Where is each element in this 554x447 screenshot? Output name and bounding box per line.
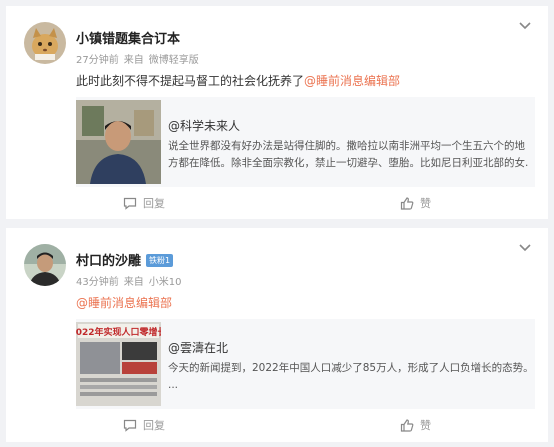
repost-text: 说全世界都没有好办法是站得住脚的。撒哈拉以南非洲平均一个生五六个的地 方都在降低… bbox=[168, 138, 529, 172]
username-text[interactable]: 村口的沙雕 bbox=[76, 254, 141, 269]
post-source[interactable]: 小米10 bbox=[149, 277, 182, 288]
source-prefix: 来自 bbox=[123, 55, 144, 66]
chevron-down-icon[interactable] bbox=[518, 243, 532, 253]
mention-link[interactable]: @睡前消息编辑部 bbox=[76, 296, 172, 310]
reply-label: 回复 bbox=[143, 197, 165, 210]
post-text: 此时此刻不得不提起马督工的社会化抚养了@睡前消息编辑部 bbox=[76, 72, 400, 89]
user-avatar[interactable] bbox=[24, 244, 66, 286]
repost-username[interactable]: @科学未来人 bbox=[168, 117, 240, 134]
repost-line: ... bbox=[168, 379, 179, 391]
comment-icon bbox=[123, 197, 137, 210]
username: 村口的沙雕 铁粉1 bbox=[76, 250, 174, 269]
repost-line: 今天的新闻提到，2022年中国人口减少了85万人，形成了人口负增长的态势。 bbox=[168, 362, 529, 374]
repost-line: 方都在降低。除非全面宗教化，禁止一切避孕、堕胎。比如尼日利亚北部的女... bbox=[168, 157, 529, 169]
fan-badge[interactable]: 铁粉1 bbox=[146, 254, 174, 267]
reply-label: 回复 bbox=[143, 419, 165, 432]
mention-link[interactable]: @睡前消息编辑部 bbox=[304, 74, 400, 88]
source-prefix: 来自 bbox=[123, 277, 144, 288]
post-meta: 43分钟前 来自 小米10 bbox=[76, 273, 186, 288]
image-headline: 2022年实现人口零增长 bbox=[76, 326, 161, 338]
repost-line: 说全世界都没有好办法是站得住脚的。撒哈拉以南非洲平均一个生五六个的地 bbox=[168, 140, 525, 152]
reply-button[interactable]: 回复 bbox=[123, 417, 165, 433]
post-text: @睡前消息编辑部 bbox=[76, 294, 172, 311]
post-source[interactable]: 微博轻享版 bbox=[149, 55, 199, 66]
repost-text: 今天的新闻提到，2022年中国人口减少了85万人，形成了人口负增长的态势。 ..… bbox=[168, 360, 529, 394]
comment-icon bbox=[123, 419, 137, 432]
username[interactable]: 小镇错题集合订本 bbox=[76, 28, 180, 47]
post-time[interactable]: 43分钟前 bbox=[76, 277, 119, 288]
post-meta: 27分钟前 来自 微博轻享版 bbox=[76, 51, 204, 66]
post-card: 小镇错题集合订本 27分钟前 来自 微博轻享版 此时此刻不得不提起马督工的社会化抚养… bbox=[6, 6, 548, 219]
user-avatar[interactable] bbox=[24, 22, 66, 64]
chevron-down-icon[interactable] bbox=[518, 21, 532, 31]
repost-card[interactable]: @科学未来人 说全世界都没有好办法是站得住脚的。撒哈拉以南非洲平均一个生五六个的… bbox=[76, 97, 535, 187]
post-body: 此时此刻不得不提起马督工的社会化抚养了 bbox=[76, 74, 305, 88]
like-button[interactable]: 赞 bbox=[400, 195, 431, 211]
repost-username[interactable]: @雲濤在北 bbox=[168, 339, 228, 356]
reply-button[interactable]: 回复 bbox=[123, 195, 165, 211]
post-time[interactable]: 27分钟前 bbox=[76, 55, 119, 66]
post-card: 村口的沙雕铁粉1 43分钟前来自小米10 @睡前消息编辑部 2022年实现人口零… bbox=[6, 228, 548, 442]
repost-thumbnail[interactable] bbox=[76, 100, 161, 184]
repost-card[interactable]: 2022年实现人口零增长 @雲濤在北 今天的新闻提到，2022年中国人口减少了8… bbox=[76, 319, 535, 409]
cat-avatar-icon bbox=[24, 22, 66, 64]
thumbs-up-icon bbox=[400, 196, 414, 210]
like-button[interactable]: 赞 bbox=[400, 417, 431, 433]
like-label: 赞 bbox=[420, 419, 431, 432]
like-label: 赞 bbox=[420, 197, 431, 210]
repost-thumbnail[interactable]: 2022年实现人口零增长 bbox=[76, 322, 161, 406]
person-avatar-icon bbox=[24, 244, 66, 286]
thumbs-up-icon bbox=[400, 418, 414, 432]
